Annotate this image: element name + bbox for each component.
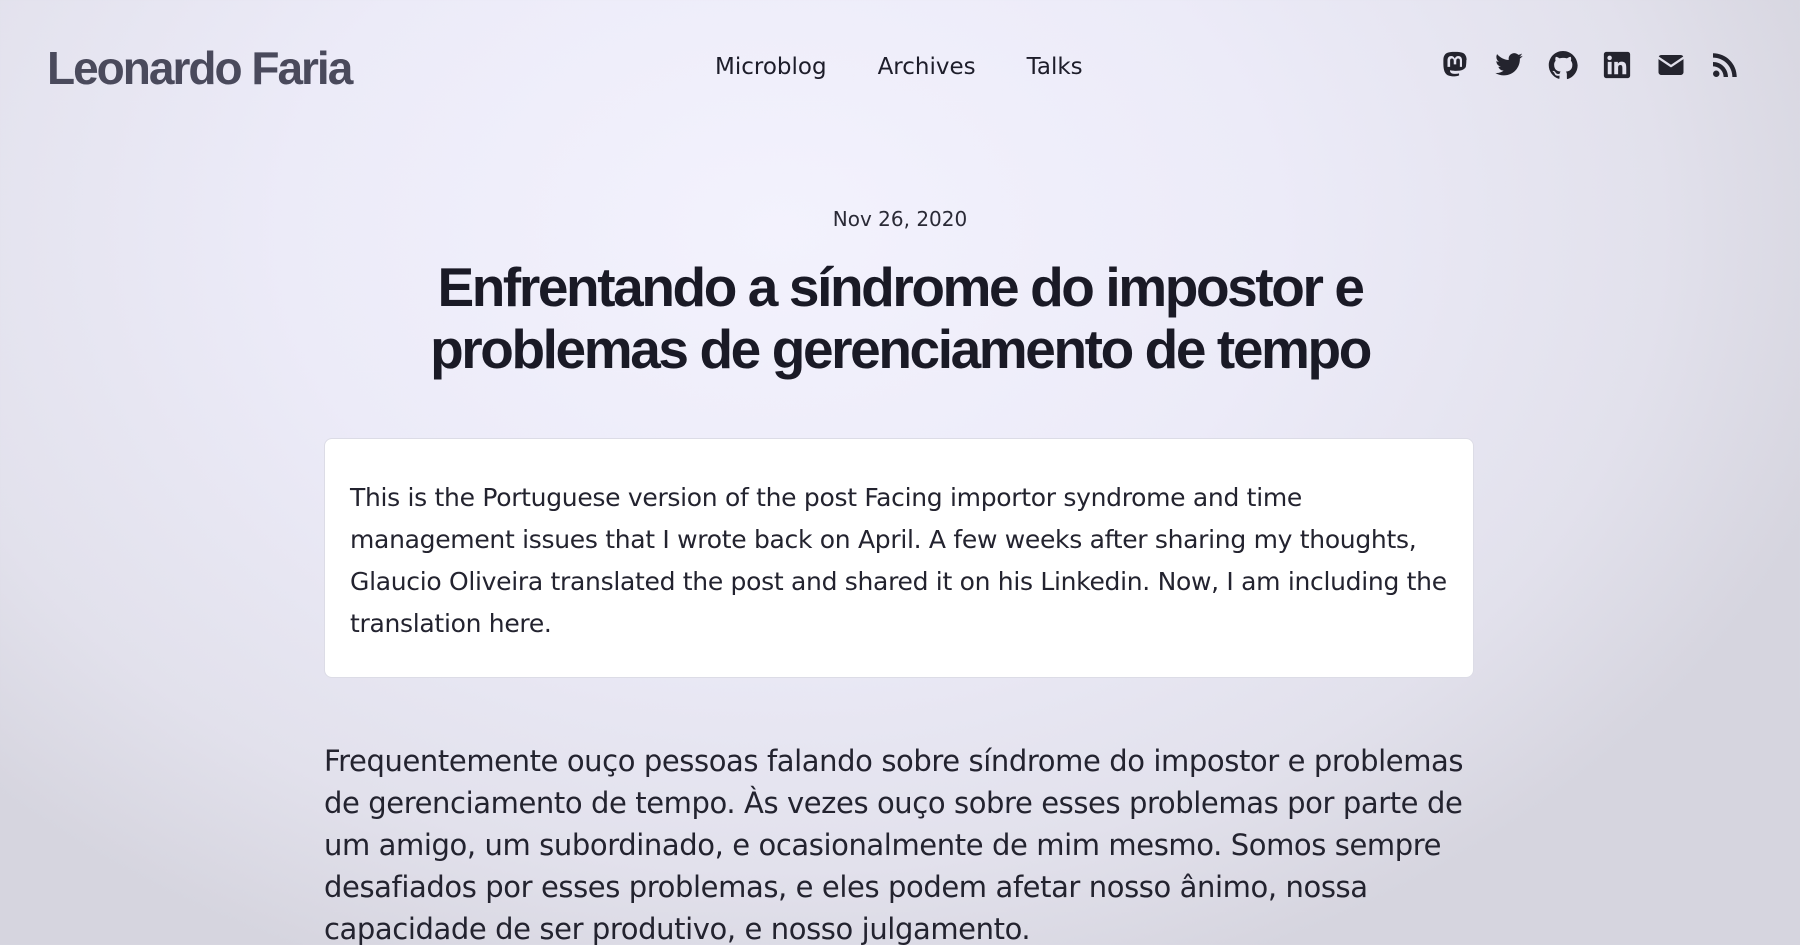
nav-item-microblog[interactable]: Microblog <box>715 52 827 82</box>
site-header: Leonardo Faria Microblog Archives Talks <box>0 0 1800 140</box>
social-links <box>1440 50 1764 80</box>
email-icon[interactable] <box>1656 50 1686 80</box>
post-title: Enfrentando a síndrome do impostor e pro… <box>430 256 1372 380</box>
translation-note-text: This is the Portuguese version of the po… <box>350 483 1447 638</box>
nav-item-talks[interactable]: Talks <box>1027 52 1083 82</box>
linkedin-icon[interactable] <box>1602 50 1632 80</box>
nav-item-archives[interactable]: Archives <box>878 52 976 82</box>
github-icon[interactable] <box>1548 50 1578 80</box>
main-nav: Microblog Archives Talks <box>715 52 1134 82</box>
mastodon-icon[interactable] <box>1440 50 1470 80</box>
twitter-icon[interactable] <box>1494 50 1524 80</box>
rss-icon[interactable] <box>1710 50 1740 80</box>
site-title-link[interactable]: Leonardo Faria <box>47 40 353 96</box>
translation-note-card: This is the Portuguese version of the po… <box>324 438 1474 678</box>
post-date: Nov 26, 2020 <box>832 207 968 231</box>
post-paragraph: Frequentemente ouço pessoas falando sobr… <box>324 744 1464 945</box>
